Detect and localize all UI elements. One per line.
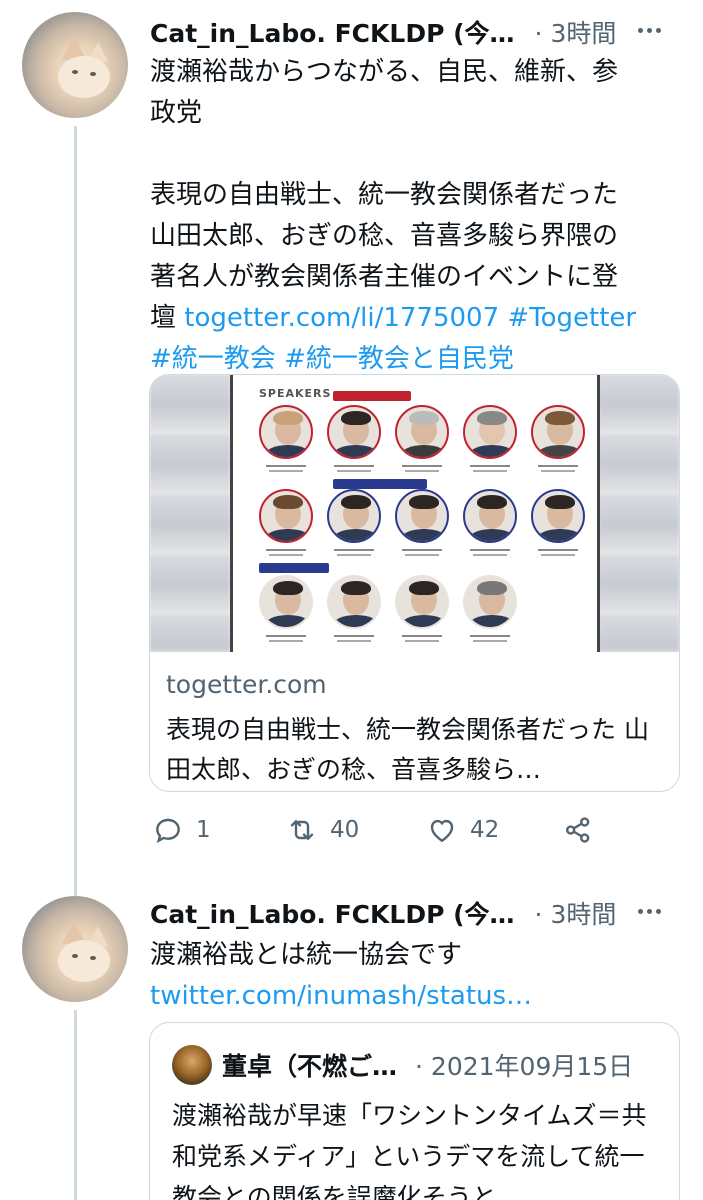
- like-count: 42: [470, 817, 500, 843]
- thread-connector-line: [74, 126, 77, 896]
- thread-connector-line: [74, 1010, 77, 1200]
- retweet-count: 40: [330, 817, 360, 843]
- share-button[interactable]: [562, 814, 594, 846]
- card-domain: togetter.com: [166, 670, 327, 699]
- hashtag-link[interactable]: #統一教会: [150, 344, 276, 374]
- link-preview-card[interactable]: SPEAKERS togetter.com 表現の自由戦士、統一教会関係者だった…: [149, 374, 680, 792]
- more-options-icon[interactable]: [637, 18, 661, 42]
- share-icon: [566, 817, 590, 843]
- retweet-button[interactable]: 40: [286, 814, 359, 846]
- tweet-link[interactable]: twitter.com/inumash/status…: [150, 976, 670, 1017]
- like-button[interactable]: 42: [426, 814, 499, 846]
- reply-icon: [156, 818, 180, 844]
- tweet-header: Cat_in_Labo. FCKLDP (今… · 3時間: [150, 12, 681, 52]
- speakers-flyer-image: SPEAKERS: [230, 375, 600, 652]
- quote-text: 渡瀬裕哉が早速「ワシントンタイムズ＝共和党系メディア」というデマを流して統一教会…: [172, 1101, 647, 1200]
- timestamp[interactable]: · 3時間: [535, 14, 617, 50]
- hashtag-link[interactable]: #統一教会と自民党: [284, 344, 514, 374]
- author-name[interactable]: Cat_in_Labo. FCKLDP (今…: [150, 14, 515, 50]
- timestamp[interactable]: · 3時間: [535, 895, 617, 931]
- more-options-icon[interactable]: [637, 899, 661, 923]
- quote-author-name: 董卓（不燃ご…: [222, 1052, 398, 1081]
- quote-date: · 2021年09月15日: [415, 1052, 634, 1081]
- tweet-header: Cat_in_Labo. FCKLDP (今… · 3時間: [150, 893, 681, 933]
- quote-avatar: [172, 1045, 212, 1085]
- author-name[interactable]: Cat_in_Labo. FCKLDP (今…: [150, 895, 515, 931]
- avatar[interactable]: [22, 12, 128, 118]
- tweet-link[interactable]: togetter.com/li/1775007: [184, 303, 499, 333]
- heart-icon: [430, 819, 454, 843]
- reply-count: 1: [196, 817, 211, 843]
- avatar[interactable]: [22, 896, 128, 1002]
- hashtag-link[interactable]: #Togetter: [507, 303, 636, 333]
- retweet-icon: [290, 820, 314, 840]
- tweet-text: 渡瀬裕哉からつながる、自民、維新、参 政党 表現の自由戦士、統一教会関係者だった…: [150, 57, 637, 374]
- card-title: 表現の自由戦士、統一教会関係者だった 山田太郎、おぎの稔、音喜多駿ら…: [166, 715, 649, 784]
- tweet-actions: 1 40 42: [150, 808, 650, 854]
- quoted-tweet[interactable]: 董卓（不燃ご… · 2021年09月15日 渡瀬裕哉が早速「ワシントンタイムズ＝…: [149, 1022, 680, 1200]
- card-image: SPEAKERS: [150, 375, 679, 652]
- reply-button[interactable]: 1: [152, 814, 211, 846]
- tweet-text: 渡瀬裕哉とは統一協会です twitter.com/inumash/status…: [150, 935, 670, 1017]
- quote-header: 董卓（不燃ご… · 2021年09月15日: [222, 1047, 633, 1083]
